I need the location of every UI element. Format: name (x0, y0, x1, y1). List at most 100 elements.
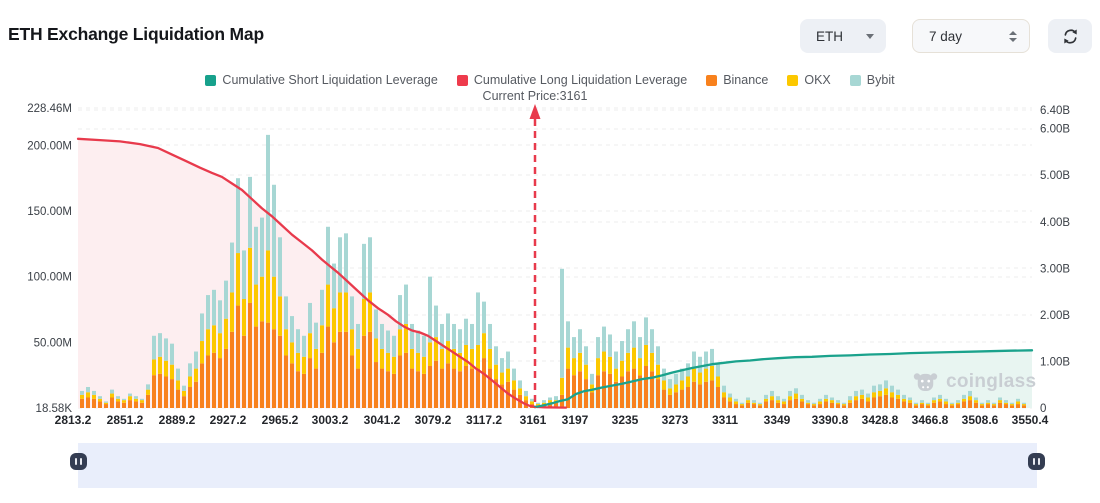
bar-okx[interactable] (488, 349, 492, 369)
bar-binance[interactable] (350, 355, 354, 408)
bar-okx[interactable] (638, 358, 642, 375)
bar-bybit[interactable] (728, 394, 732, 398)
bar-binance[interactable] (770, 400, 774, 408)
bar-okx[interactable] (380, 349, 384, 369)
bar-binance[interactable] (236, 306, 240, 408)
bar-okx[interactable] (878, 391, 882, 396)
bar-okx[interactable] (170, 365, 174, 379)
bar-okx[interactable] (290, 342, 294, 363)
bar-bybit[interactable] (362, 244, 366, 299)
bar-binance[interactable] (482, 358, 486, 408)
bar-binance[interactable] (164, 376, 168, 408)
bar-binance[interactable] (314, 369, 318, 408)
bar-okx[interactable] (818, 401, 822, 404)
bar-bybit[interactable] (782, 399, 786, 402)
bar-okx[interactable] (476, 345, 480, 369)
bar-binance[interactable] (278, 336, 282, 408)
bar-bybit[interactable] (92, 391, 96, 395)
bar-okx[interactable] (854, 396, 858, 400)
bar-okx[interactable] (524, 396, 528, 400)
bar-binance[interactable] (698, 384, 702, 408)
bar-bybit[interactable] (896, 390, 900, 395)
bar-binance[interactable] (434, 361, 438, 408)
bar-binance[interactable] (428, 366, 432, 408)
bar-bybit[interactable] (572, 337, 576, 358)
bar-bybit[interactable] (140, 399, 144, 400)
bar-binance[interactable] (980, 405, 984, 408)
bar-bybit[interactable] (668, 379, 672, 388)
bar-okx[interactable] (674, 384, 678, 392)
bar-bybit[interactable] (494, 346, 498, 364)
bar-binance[interactable] (752, 404, 756, 408)
bar-bybit[interactable] (152, 336, 156, 360)
bar-binance[interactable] (302, 374, 306, 408)
bar-binance[interactable] (362, 336, 366, 408)
bar-bybit[interactable] (992, 403, 996, 404)
bar-binance[interactable] (926, 405, 930, 408)
bar-binance[interactable] (284, 355, 288, 408)
bar-binance[interactable] (206, 355, 210, 408)
bar-binance[interactable] (620, 376, 624, 408)
bar-okx[interactable] (842, 404, 846, 405)
bar-okx[interactable] (566, 348, 570, 369)
bar-bybit[interactable] (272, 185, 276, 277)
bar-bybit[interactable] (800, 395, 804, 399)
bar-okx[interactable] (908, 400, 912, 403)
bar-binance[interactable] (782, 404, 786, 408)
bar-okx[interactable] (998, 400, 1002, 403)
bar-bybit[interactable] (278, 237, 282, 296)
bar-okx[interactable] (266, 250, 270, 322)
bar-okx[interactable] (128, 396, 132, 400)
bar-bybit[interactable] (764, 395, 768, 399)
bar-bybit[interactable] (812, 403, 816, 404)
bar-okx[interactable] (224, 319, 228, 349)
bar-bybit[interactable] (320, 290, 324, 325)
bar-bybit[interactable] (758, 403, 762, 404)
bar-okx[interactable] (236, 253, 240, 306)
bar-binance[interactable] (476, 369, 480, 408)
bar-bybit[interactable] (746, 397, 750, 400)
bar-binance[interactable] (320, 353, 324, 408)
bar-bybit[interactable] (716, 363, 720, 376)
bar-bybit[interactable] (344, 233, 348, 292)
bar-okx[interactable] (122, 400, 126, 403)
bar-bybit[interactable] (794, 388, 798, 393)
bar-bybit[interactable] (842, 403, 846, 404)
bar-bybit[interactable] (830, 397, 834, 400)
bar-okx[interactable] (836, 403, 840, 404)
bar-bybit[interactable] (578, 329, 582, 353)
bar-binance[interactable] (794, 399, 798, 408)
bar-binance[interactable] (80, 399, 84, 408)
bar-binance[interactable] (734, 404, 738, 408)
bar-okx[interactable] (386, 353, 390, 371)
bar-bybit[interactable] (968, 391, 972, 396)
bar-okx[interactable] (512, 380, 516, 389)
bar-bybit[interactable] (854, 391, 858, 396)
bar-bybit[interactable] (476, 292, 480, 345)
bar-bybit[interactable] (836, 400, 840, 403)
bar-binance[interactable] (866, 401, 870, 408)
bar-binance[interactable] (902, 401, 906, 408)
bar-bybit[interactable] (482, 302, 486, 334)
bar-binance[interactable] (242, 336, 246, 408)
bar-bybit[interactable] (596, 337, 600, 358)
bar-okx[interactable] (350, 329, 354, 355)
bar-bybit[interactable] (326, 227, 330, 285)
bar-binance[interactable] (260, 321, 264, 408)
bar-bybit[interactable] (638, 337, 642, 358)
bar-okx[interactable] (272, 277, 276, 330)
bar-binance[interactable] (710, 380, 714, 408)
bar-binance[interactable] (992, 405, 996, 408)
bar-binance[interactable] (680, 390, 684, 408)
bar-okx[interactable] (950, 404, 954, 405)
bar-okx[interactable] (734, 401, 738, 404)
bar-bybit[interactable] (914, 403, 918, 404)
bar-bybit[interactable] (650, 329, 654, 353)
bar-binance[interactable] (182, 396, 186, 408)
bar-okx[interactable] (662, 380, 666, 389)
bar-bybit[interactable] (1022, 403, 1026, 404)
bar-okx[interactable] (962, 399, 966, 402)
bar-binance[interactable] (1022, 405, 1026, 408)
bar-binance[interactable] (584, 379, 588, 408)
bar-binance[interactable] (416, 371, 420, 408)
